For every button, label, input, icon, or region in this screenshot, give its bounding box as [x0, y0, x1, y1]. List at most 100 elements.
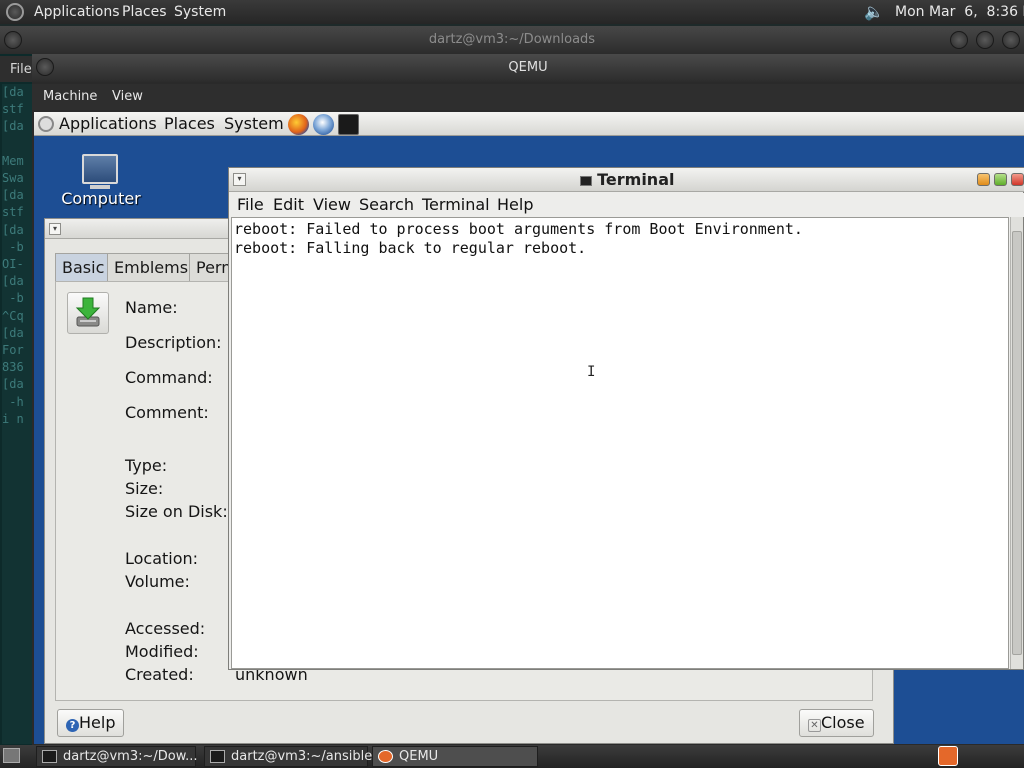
guest-screen[interactable]: Applications Places System Computer ▾ Ba… — [34, 112, 1024, 744]
guest-menu-applications[interactable]: Applications — [59, 114, 157, 133]
host-terminal-line: [da — [2, 222, 24, 237]
host-menu-applications[interactable]: Applications — [34, 4, 120, 20]
task-qemu[interactable]: QEMU — [372, 746, 538, 767]
firefox-icon[interactable] — [288, 114, 309, 135]
close-button[interactable]: ✕ Close — [799, 709, 874, 737]
terminal-menu-search[interactable]: Search — [359, 195, 414, 214]
label-name: Name: — [125, 298, 178, 317]
host-terminal-output[interactable]: [da stf [da Mem Swa [da stf [da -b OI- [da -b ^Cq… — [2, 84, 34, 744]
host-terminal-line: 836 — [2, 360, 24, 375]
terminal-menu-terminal[interactable]: Terminal — [422, 195, 490, 214]
terminal-menubar: File Edit View Search Terminal Help — [229, 193, 1024, 217]
terminal-title-icon — [579, 175, 592, 186]
terminal-task-icon — [210, 750, 225, 763]
terminal-window: ▾ Terminal File Edit View Search Termina… — [228, 167, 1024, 670]
task-label: dartz@vm3:~/Dow... — [63, 749, 198, 764]
qemu-menu-machine[interactable]: Machine — [43, 89, 97, 104]
label-size: Size: — [125, 479, 164, 498]
host-terminal-menu-file[interactable]: File — [10, 62, 32, 77]
terminal-titlebar[interactable]: ▾ Terminal — [229, 168, 1024, 192]
host-terminal-line: -b — [2, 239, 24, 254]
host-menu-places[interactable]: Places — [122, 4, 167, 20]
label-location: Location: — [125, 549, 199, 568]
help-button[interactable]: ? Help — [57, 709, 125, 737]
terminal-launcher-icon[interactable] — [338, 114, 359, 135]
qemu-title: QEMU — [508, 60, 548, 75]
host-terminal-line: stf — [2, 205, 24, 220]
label-created: Created: — [125, 665, 194, 684]
task-label: dartz@vm3:~/ansible — [231, 749, 373, 764]
terminal-title-group: Terminal — [229, 170, 1024, 189]
host-terminal-menubar: File — [0, 56, 34, 82]
qemu-window-menu-icon[interactable] — [36, 58, 54, 76]
host-terminal-line — [2, 136, 34, 153]
close-icon[interactable] — [1002, 31, 1020, 49]
host-terminal-line: Swa — [2, 171, 24, 186]
host-terminal-line: OI- — [2, 257, 24, 272]
host-terminal-line: [da — [2, 377, 24, 392]
host-terminal-titlebar[interactable]: dartz@vm3:~/Downloads — [0, 26, 1024, 54]
thunderbird-icon[interactable] — [313, 114, 334, 135]
host-clock[interactable]: Mon Mar 6, 8:36 PM — [895, 4, 1024, 20]
maximize-icon[interactable] — [994, 173, 1007, 186]
host-terminal-title: dartz@vm3:~/Downloads — [428, 32, 596, 47]
download-file-icon[interactable] — [67, 292, 109, 334]
tab-emblems[interactable]: Emblems — [107, 253, 196, 281]
label-type: Type: — [125, 456, 168, 475]
terminal-menu-help[interactable]: Help — [497, 195, 533, 214]
host-terminal-line: stf — [2, 102, 24, 117]
host-terminal-line: [da — [2, 325, 24, 340]
task-label: QEMU — [399, 749, 439, 764]
terminal-output[interactable]: reboot: Failed to process boot arguments… — [231, 217, 1009, 669]
help-button-label: Help — [79, 713, 116, 732]
host-top-panel: Applications Places System 🔈 Mon Mar 6, … — [0, 0, 1024, 24]
qemu-menubar: Machine View — [32, 84, 1024, 110]
terminal-scrollbar-thumb[interactable] — [1012, 231, 1022, 655]
label-size-on-disk: Size on Disk: — [125, 502, 228, 521]
terminal-menu-file[interactable]: File — [237, 195, 264, 214]
host-terminal-line: ^Cq — [2, 308, 24, 323]
terminal-menu-view[interactable]: View — [313, 195, 351, 214]
terminal-task-icon — [42, 750, 57, 763]
distro-logo-icon[interactable] — [6, 3, 24, 21]
guest-menu-places[interactable]: Places — [164, 114, 215, 133]
host-menu-system[interactable]: System — [174, 4, 226, 20]
terminal-title: Terminal — [597, 170, 675, 189]
qemu-menu-view[interactable]: View — [112, 89, 143, 104]
task-dartz-ansible[interactable]: dartz@vm3:~/ansible — [204, 746, 372, 767]
properties-window-menu-icon[interactable]: ▾ — [49, 223, 61, 235]
label-comment: Comment: — [125, 403, 209, 422]
host-taskbar: dartz@vm3:~/Dow... dartz@vm3:~/ansible Q… — [0, 745, 1024, 768]
host-terminal-line: For — [2, 343, 24, 358]
host-terminal-line: [da — [2, 188, 24, 203]
computer-label[interactable]: Computer — [56, 189, 146, 208]
download-arrow-icon — [75, 297, 101, 327]
label-command: Command: — [125, 368, 213, 387]
host-terminal-line: i n — [2, 411, 24, 426]
volume-icon[interactable]: 🔈 — [864, 2, 884, 21]
computer-icon[interactable] — [82, 154, 118, 184]
host-terminal-line: Mem — [2, 153, 24, 168]
guest-menu-system[interactable]: System — [224, 114, 284, 133]
label-modified: Modified: — [125, 642, 199, 661]
task-dartz-downloads[interactable]: dartz@vm3:~/Dow... — [36, 746, 198, 767]
tab-basic[interactable]: Basic — [55, 253, 112, 281]
host-terminal-line: -b — [2, 291, 24, 306]
close-button-label: Close — [821, 713, 865, 732]
guest-top-panel: Applications Places System — [34, 112, 1024, 136]
close-icon[interactable] — [1011, 173, 1024, 186]
minimize-icon[interactable] — [950, 31, 968, 49]
show-desktop-icon[interactable] — [3, 748, 20, 763]
host-terminal-line: [da — [2, 119, 24, 134]
host-terminal-line: -h — [2, 394, 24, 409]
minimize-icon[interactable] — [977, 173, 990, 186]
qemu-titlebar[interactable]: QEMU — [32, 54, 1024, 82]
terminal-menu-edit[interactable]: Edit — [273, 195, 304, 214]
label-accessed: Accessed: — [125, 619, 206, 638]
text-cursor-icon: I — [587, 364, 596, 380]
terminal-scrollbar[interactable] — [1010, 217, 1023, 669]
guest-logo-icon[interactable] — [38, 116, 54, 132]
window-menu-icon[interactable] — [4, 31, 22, 49]
maximize-icon[interactable] — [976, 31, 994, 49]
qemu-tray-icon[interactable] — [938, 746, 958, 766]
